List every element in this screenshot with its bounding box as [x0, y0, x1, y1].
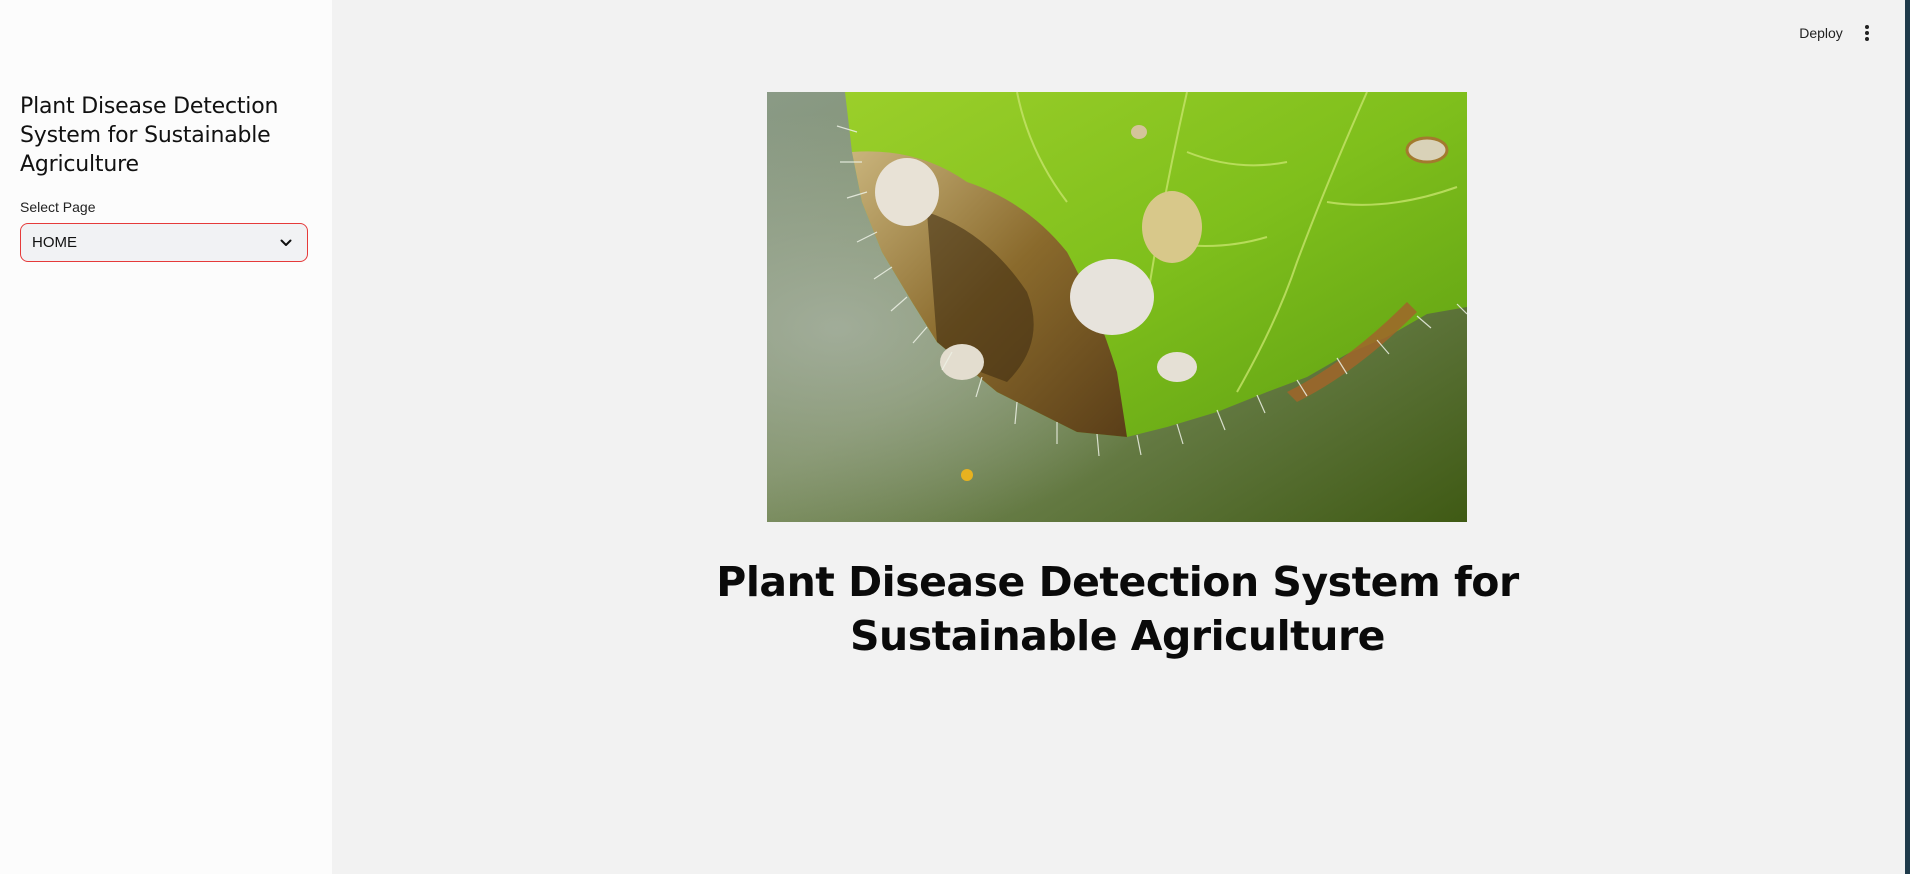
app-window: Plant Disease Detection System for Susta… — [0, 0, 1910, 874]
sidebar: Plant Disease Detection System for Susta… — [0, 0, 332, 874]
sidebar-title: Plant Disease Detection System for Susta… — [20, 94, 279, 177]
select-page-label: Select Page — [20, 199, 96, 215]
page-select-dropdown[interactable]: HOME — [20, 223, 308, 262]
page-select-value: HOME — [32, 234, 77, 251]
window-edge — [1905, 0, 1910, 874]
more-vertical-icon[interactable] — [1858, 19, 1876, 47]
diseased-leaf-image — [767, 92, 1467, 522]
page-title: Plant Disease Detection System for Susta… — [716, 558, 1519, 660]
chevron-down-icon — [280, 239, 292, 246]
deploy-button[interactable]: Deploy — [1790, 18, 1852, 48]
